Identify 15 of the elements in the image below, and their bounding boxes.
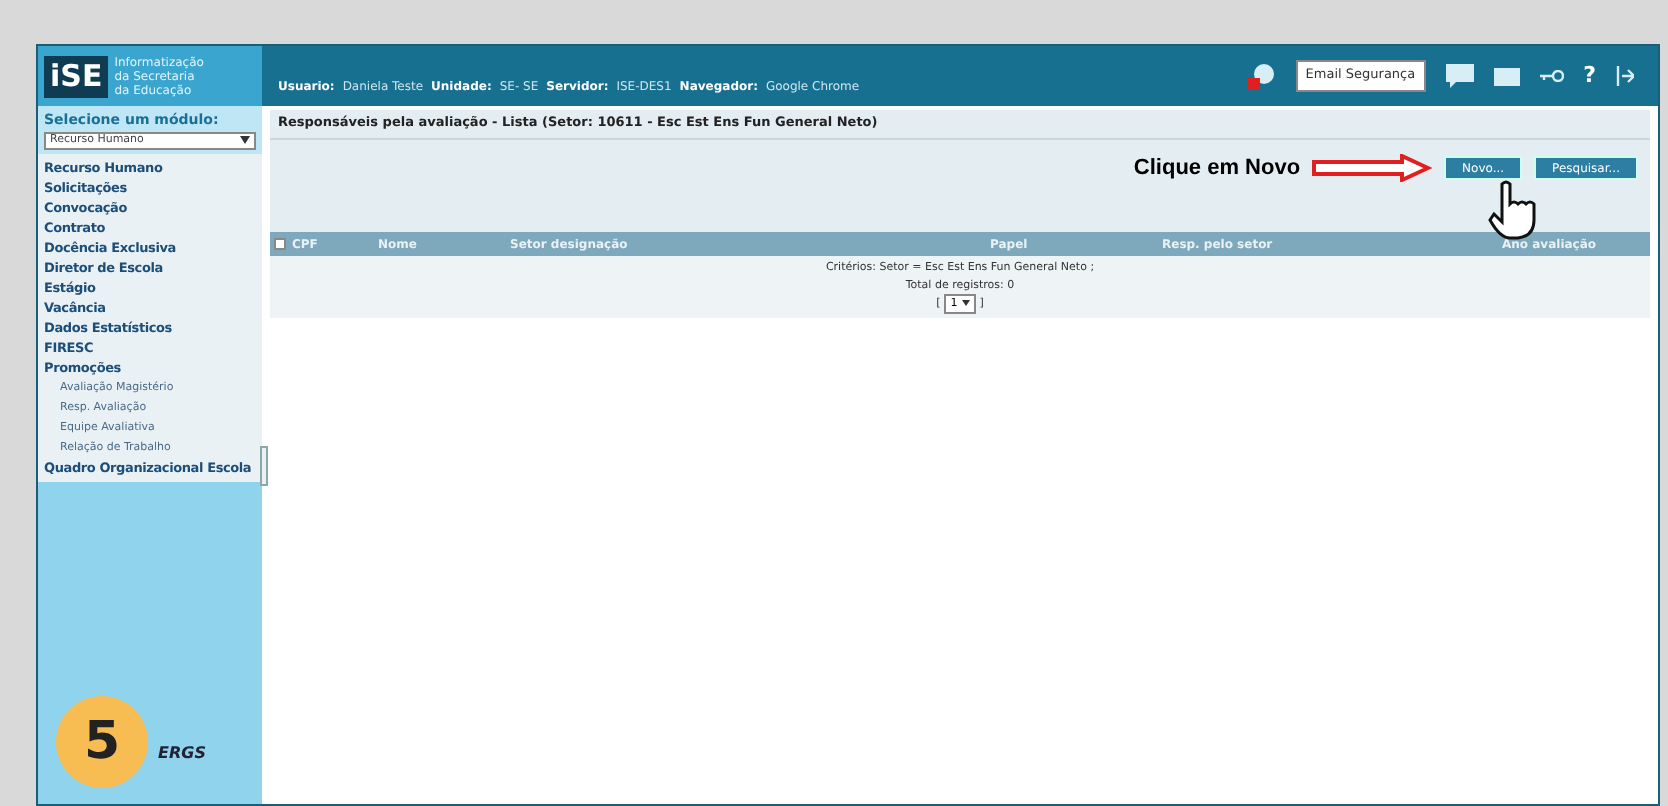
logout-icon[interactable]: [1616, 66, 1634, 86]
caret-icon: [240, 136, 250, 144]
annotation-text: Clique em Novo: [1133, 153, 1301, 184]
footer-logo-text: ERGS: [158, 744, 206, 762]
help-button[interactable]: ?: [1583, 59, 1596, 93]
select-all-checkbox[interactable]: [274, 238, 286, 251]
key-icon[interactable]: [1539, 70, 1564, 82]
logo-mark: iSE: [44, 55, 109, 97]
arrow-icon: [1312, 154, 1433, 182]
caret-icon: [961, 300, 970, 307]
globe-lock-icon[interactable]: [1243, 60, 1276, 92]
chat-icon[interactable]: [1445, 64, 1474, 88]
hand-cursor-icon: [1486, 179, 1538, 240]
collapse-handle[interactable]: [260, 446, 268, 486]
mail-icon[interactable]: [1493, 67, 1520, 85]
